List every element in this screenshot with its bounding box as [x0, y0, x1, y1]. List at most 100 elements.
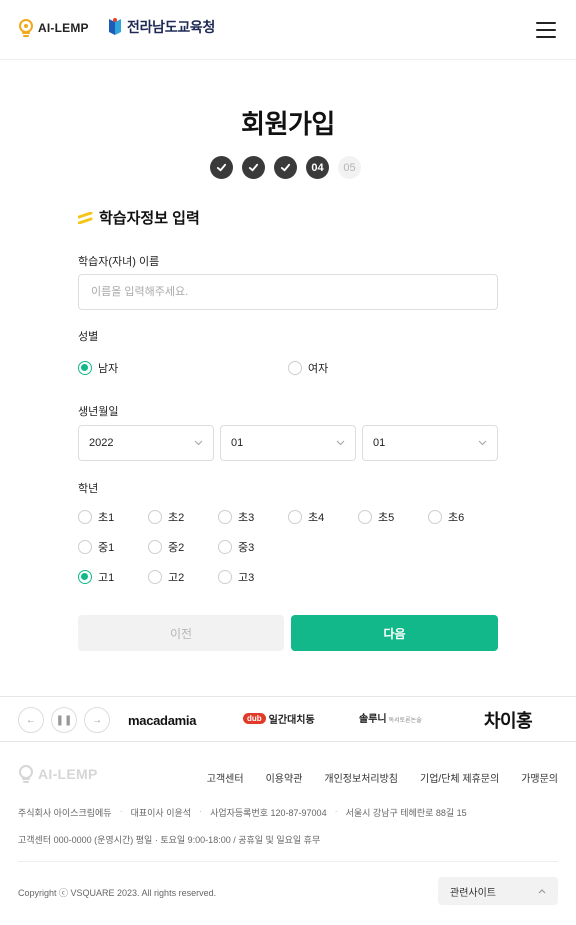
grade-radio-middle-3[interactable]: 중3 [218, 539, 254, 555]
ilgan-text: 일간대치동 [268, 715, 315, 726]
site-header: AI-LEMP 전라남도교육청 [0, 0, 576, 60]
gender-label: 성별 [78, 331, 99, 343]
radio-icon [218, 570, 232, 584]
gender-radio-male[interactable]: 남자 [78, 360, 118, 376]
footer-link-terms[interactable]: 이용약관 [266, 770, 303, 785]
radio-label: 고2 [168, 572, 185, 584]
radio-label: 중1 [98, 542, 115, 554]
name-input[interactable] [78, 274, 498, 310]
radio-label: 여자 [308, 363, 329, 375]
company-info: 주식회사 아이스크림에듀 · 대표이사 이윤석 · 사업자등록번호 120-87-9… [18, 806, 467, 818]
radio-icon [218, 510, 232, 524]
name-label: 학습자(자녀) 이름 [78, 256, 160, 268]
check-icon [216, 163, 227, 172]
next-arrow-icon[interactable]: → [84, 707, 110, 733]
radio-label: 중3 [238, 542, 255, 554]
lightbulb-icon [19, 19, 33, 37]
chaihong-logo[interactable]: 차이홍 [484, 707, 533, 733]
solluni-logo[interactable]: 솔루니 독서토론논술 [359, 710, 422, 725]
related-sites-label: 관련사이트 [450, 887, 496, 899]
related-sites-select[interactable]: 관련사이트 [438, 877, 558, 905]
select-value: 2022 [89, 437, 114, 449]
footer-brand-text: AI-LEMP [38, 766, 98, 782]
gender-radio-female[interactable]: 여자 [288, 360, 328, 376]
radio-icon [358, 510, 372, 524]
grade-radio-middle-1[interactable]: 중1 [78, 539, 114, 555]
radio-icon [78, 510, 92, 524]
radio-icon [288, 510, 302, 524]
dub-badge-icon: dub [243, 713, 266, 724]
birth-day-select[interactable]: 01 [362, 425, 498, 461]
footer-link-support[interactable]: 고객센터 [207, 770, 244, 785]
lightbulb-icon [19, 765, 33, 783]
radio-label: 초4 [308, 512, 325, 524]
macadamia-logo[interactable]: macadamia [128, 713, 196, 728]
support-hours: 고객센터 000-0000 (운영시간) 평일 · 토요일 9:00-18:00… [18, 835, 321, 845]
radio-icon [148, 570, 162, 584]
footer-divider [18, 861, 558, 862]
birth-label: 생년월일 [78, 406, 119, 418]
radio-label: 초3 [238, 512, 255, 524]
radio-label: 중2 [168, 542, 185, 554]
radio-icon [148, 510, 162, 524]
radio-label: 고1 [98, 572, 115, 584]
radio-label: 초2 [168, 512, 185, 524]
footer-link-partnership[interactable]: 기업/단체 제휴문의 [420, 770, 499, 785]
step-indicator: 04 05 [210, 156, 361, 179]
radio-icon [148, 540, 162, 554]
step-completed [210, 156, 233, 179]
brand-text: AI-LEMP [38, 21, 89, 35]
company-name: 주식회사 아이스크림에듀 [18, 808, 112, 818]
company-address: 서울시 강남구 테헤란로 88길 15 [345, 808, 467, 818]
chevron-down-icon [478, 440, 487, 446]
chevron-up-icon [538, 888, 546, 893]
footer-logo[interactable]: AI-LEMP [18, 764, 98, 784]
grade-radio-elementary-6[interactable]: 초6 [428, 509, 464, 525]
section-title-text: 학습자정보 입력 [99, 210, 200, 227]
select-value: 01 [373, 437, 386, 449]
grade-radio-elementary-2[interactable]: 초2 [148, 509, 184, 525]
prev-button[interactable]: 이전 [78, 615, 284, 651]
footer-link-franchise[interactable]: 가맹문의 [521, 770, 558, 785]
radio-icon [288, 361, 302, 375]
check-icon [280, 163, 291, 172]
jeonnam-edu-logo[interactable]: 전라남도교육청 [107, 17, 215, 37]
highlight-marker-icon [78, 211, 93, 224]
emblem-icon [109, 18, 121, 35]
company-ceo: 대표이사 이윤석 [130, 808, 192, 818]
radio-icon [78, 540, 92, 554]
ilgan-daechi-logo[interactable]: dub 일간대치동 [243, 711, 315, 726]
grade-radio-high-2[interactable]: 고2 [148, 569, 184, 585]
partner-text: 전라남도교육청 [127, 19, 216, 35]
radio-checked-icon [78, 570, 92, 584]
grade-radio-elementary-4[interactable]: 초4 [288, 509, 324, 525]
grade-radio-elementary-3[interactable]: 초3 [218, 509, 254, 525]
radio-label: 초6 [448, 512, 465, 524]
radio-label: 남자 [98, 363, 119, 375]
page-title: 회원가입 [241, 109, 335, 139]
grade-label: 학년 [78, 483, 99, 495]
birth-month-select[interactable]: 01 [220, 425, 356, 461]
company-bizno: 사업자등록번호 120-87-97004 [210, 808, 327, 818]
next-button[interactable]: 다음 [291, 615, 498, 651]
hamburger-menu-icon[interactable] [536, 22, 556, 38]
step-pending: 05 [338, 156, 361, 179]
radio-label: 고3 [238, 572, 255, 584]
ai-lemp-logo[interactable]: AI-LEMP [18, 18, 89, 38]
step-current: 04 [306, 156, 329, 179]
grade-radio-middle-2[interactable]: 중2 [148, 539, 184, 555]
grade-radio-elementary-5[interactable]: 초5 [358, 509, 394, 525]
chevron-down-icon [336, 440, 345, 446]
pause-icon[interactable]: ❚❚ [51, 707, 77, 733]
footer-links: 고객센터 이용약관 개인정보처리방침 기업/단체 제휴문의 가맹문의 [207, 770, 558, 785]
step-completed [274, 156, 297, 179]
grade-radio-high-1[interactable]: 고1 [78, 569, 114, 585]
birth-year-select[interactable]: 2022 [78, 425, 214, 461]
solluni-text: 솔루니 [359, 714, 387, 725]
footer-link-privacy[interactable]: 개인정보처리방침 [324, 770, 398, 785]
prev-arrow-icon[interactable]: ← [18, 707, 44, 733]
chevron-down-icon [194, 440, 203, 446]
grade-radio-high-3[interactable]: 고3 [218, 569, 254, 585]
grade-radio-elementary-1[interactable]: 초1 [78, 509, 114, 525]
radio-checked-icon [78, 361, 92, 375]
